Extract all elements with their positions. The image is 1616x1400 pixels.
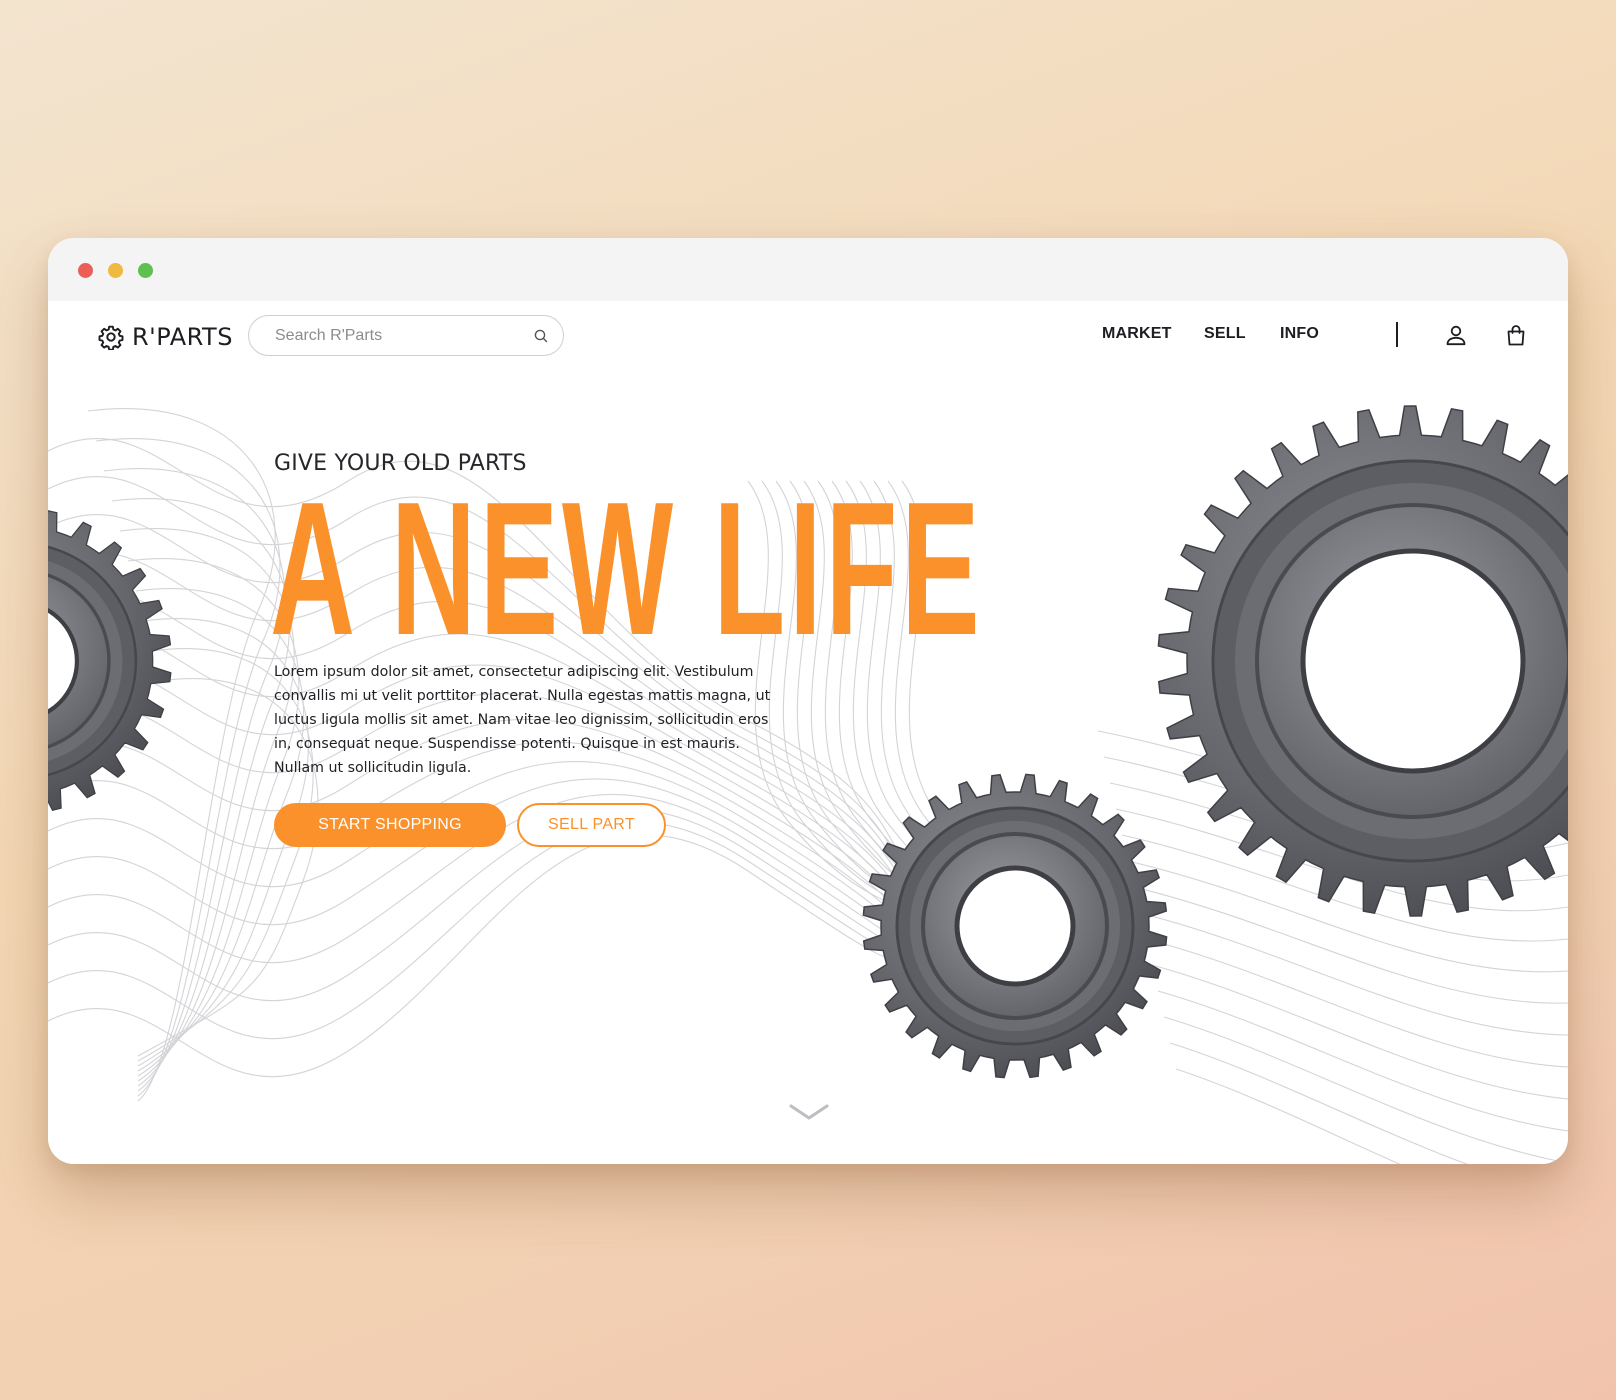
start-shopping-button[interactable]: START SHOPPING [274, 803, 506, 847]
gear-bore [954, 865, 1076, 987]
gear-icon [98, 325, 124, 350]
sell-part-button[interactable]: SELL PART [517, 803, 666, 847]
minimize-window-button[interactable] [108, 263, 123, 278]
search-icon[interactable] [533, 328, 549, 344]
chevron-down-icon[interactable] [789, 1103, 829, 1121]
shopping-bag-icon[interactable] [1504, 323, 1528, 347]
nav-link-market[interactable]: MARKET [1102, 325, 1172, 343]
gear-illustration-small [862, 773, 1168, 1079]
flow-line [1163, 1016, 1568, 1164]
page-viewport: R'PARTS MARKET SELL INFO GIVE YOUR OLD P… [48, 301, 1568, 1164]
nav-link-info[interactable]: INFO [1280, 325, 1319, 343]
maximize-window-button[interactable] [138, 263, 153, 278]
search-input[interactable] [273, 325, 533, 346]
user-icon[interactable] [1444, 323, 1468, 347]
gear-illustration-left [48, 510, 172, 812]
flow-line [1145, 938, 1568, 1068]
logo-text: R'PARTS [132, 323, 233, 351]
close-window-button[interactable] [78, 263, 93, 278]
flow-line [48, 821, 949, 1040]
nav-divider [1396, 322, 1398, 347]
hero-body-text: Lorem ipsum dolor sit amet, consectetur … [274, 664, 771, 776]
flow-line [48, 834, 949, 1078]
flow-line [1139, 912, 1568, 1036]
site-logo[interactable]: R'PARTS [98, 320, 233, 354]
flow-line [1157, 990, 1568, 1132]
browser-window: R'PARTS MARKET SELL INFO GIVE YOUR OLD P… [48, 238, 1568, 1164]
gear-bore [1300, 548, 1526, 774]
flow-line [1169, 1042, 1469, 1164]
window-titlebar [48, 238, 1568, 302]
nav-link-sell[interactable]: SELL [1204, 325, 1246, 343]
hero-headline: A NEW LIFE [270, 463, 984, 675]
flow-line [1175, 1068, 1401, 1164]
gear-illustration-large [1157, 405, 1568, 917]
search-bar[interactable] [248, 315, 564, 356]
flow-line [1151, 964, 1568, 1100]
